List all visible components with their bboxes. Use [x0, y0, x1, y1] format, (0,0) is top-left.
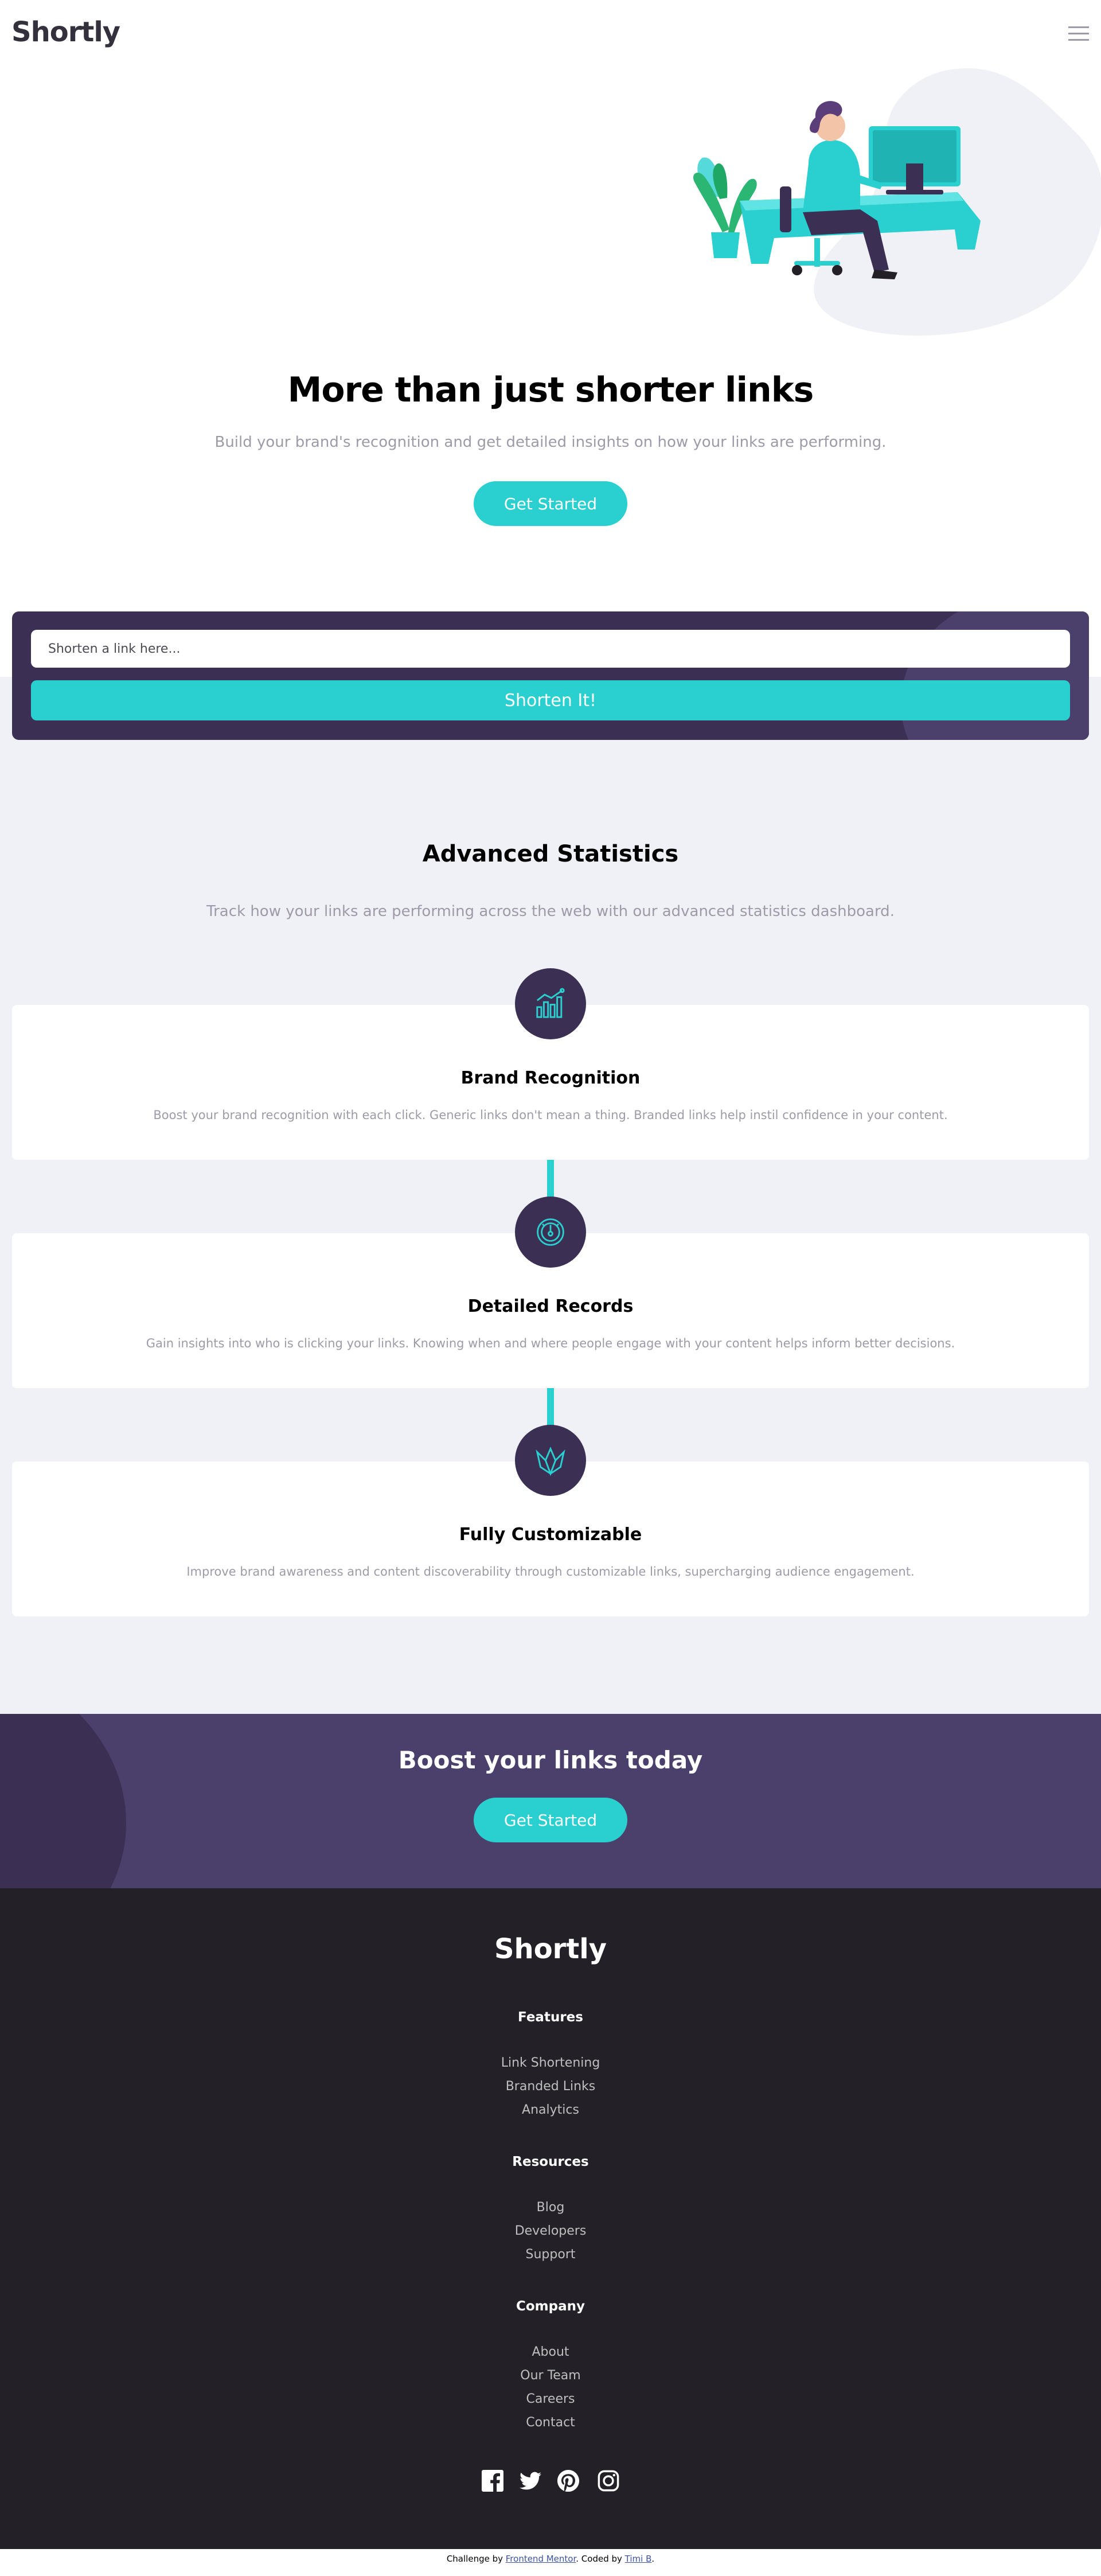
hamburger-menu-icon[interactable] — [1068, 26, 1089, 42]
footer-link-contact[interactable]: Contact — [0, 2415, 1101, 2430]
footer-link-analytics[interactable]: Analytics — [0, 2103, 1101, 2117]
attribution-prefix: Challenge by — [446, 2554, 506, 2564]
footer-link-blog[interactable]: Blog — [0, 2200, 1101, 2215]
footer-link-developers[interactable]: Developers — [0, 2224, 1101, 2238]
statistics-subtitle: Track how your links are performing acro… — [206, 903, 895, 920]
boost-section: Boost your links today Get Started — [0, 1714, 1101, 1888]
shorten-link-input[interactable] — [31, 630, 1070, 668]
attribution-suffix: . — [651, 2554, 655, 2564]
shorten-form: Shorten It! — [12, 611, 1089, 740]
shorten-it-button[interactable]: Shorten It! — [31, 680, 1070, 720]
footer-link-our-team[interactable]: Our Team — [0, 2368, 1101, 2383]
fully-customizable-icon — [515, 1425, 586, 1496]
decorative-shape — [0, 1714, 126, 1888]
footer-link-careers[interactable]: Careers — [0, 2392, 1101, 2406]
brand-recognition-icon — [515, 968, 586, 1039]
footer-link-branded-links[interactable]: Branded Links — [0, 2079, 1101, 2094]
statistics-title: Advanced Statistics — [422, 841, 679, 867]
site-logo[interactable]: Shortly — [11, 16, 120, 48]
person-working-illustration — [693, 68, 1101, 336]
footer-heading-resources: Resources — [512, 2154, 589, 2169]
attribution-middle: . Coded by — [576, 2554, 625, 2564]
pinterest-icon[interactable] — [557, 2470, 579, 2492]
twitter-icon[interactable] — [520, 2470, 541, 2492]
card-text: Boost your brand recognition with each c… — [153, 1108, 948, 1122]
site-footer: Shortly Features Link Shortening Branded… — [0, 1888, 1101, 2549]
footer-heading-features: Features — [518, 2010, 583, 2025]
boost-title: Boost your links today — [398, 1746, 703, 1774]
card-title: Detailed Records — [467, 1296, 634, 1316]
card-text: Gain insights into who is clicking your … — [146, 1336, 955, 1350]
author-link[interactable]: Timi B — [625, 2554, 652, 2564]
footer-heading-company: Company — [516, 2299, 585, 2314]
attribution: Challenge by Frontend Mentor. Coded by T… — [0, 2554, 1101, 2564]
card-title: Fully Customizable — [459, 1525, 642, 1545]
footer-link-support[interactable]: Support — [0, 2247, 1101, 2262]
footer-logo[interactable]: Shortly — [0, 1933, 1101, 1965]
card-text: Improve brand awareness and content disc… — [186, 1565, 915, 1579]
site-header: Shortly — [0, 0, 1101, 69]
footer-link-link-shortening[interactable]: Link Shortening — [0, 2056, 1101, 2070]
facebook-icon[interactable] — [482, 2470, 503, 2492]
frontend-mentor-link[interactable]: Frontend Mentor — [506, 2554, 576, 2564]
footer-link-about[interactable]: About — [0, 2345, 1101, 2359]
hero-title: More than just shorter links — [287, 370, 814, 410]
instagram-icon[interactable] — [598, 2470, 619, 2492]
boost-get-started-button[interactable]: Get Started — [474, 1798, 627, 1842]
card-title: Brand Recognition — [460, 1068, 641, 1088]
hero-get-started-button[interactable]: Get Started — [474, 481, 627, 526]
detailed-records-icon — [515, 1197, 586, 1268]
hero-subtitle: Build your brand's recognition and get d… — [214, 434, 887, 451]
